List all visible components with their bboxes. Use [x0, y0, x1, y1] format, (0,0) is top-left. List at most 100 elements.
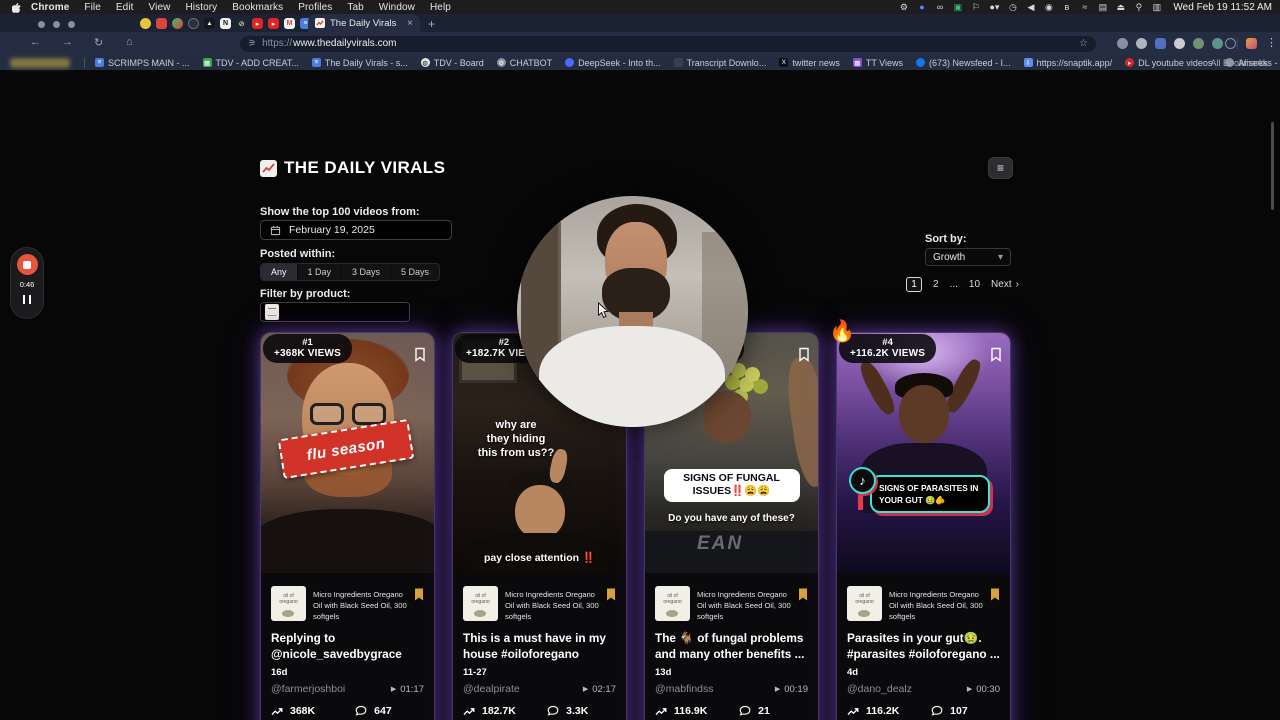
scrollbar-thumb[interactable]: [1271, 122, 1274, 210]
extension-circle-icon[interactable]: [1225, 38, 1236, 49]
menu-item-edit[interactable]: Edit: [116, 2, 134, 13]
bookmark-item[interactable]: ◍ TDV - Board: [420, 58, 484, 68]
address-bar[interactable]: ⚞ https:// www.thedailyvirals.com ☆: [240, 35, 1096, 52]
menu-item-window[interactable]: Window: [379, 2, 415, 13]
menu-item-profiles[interactable]: Profiles: [298, 2, 332, 13]
tab-close-icon[interactable]: ×: [407, 18, 413, 29]
gold-bookmark-icon[interactable]: [798, 588, 808, 606]
bookmark-item[interactable]: ⚙ CHATBOT: [496, 58, 552, 68]
record-icon[interactable]: ◉: [1044, 2, 1053, 13]
page-1-button[interactable]: 1: [906, 277, 922, 292]
account-icon[interactable]: ●▾: [989, 2, 999, 13]
extension-icon-3[interactable]: [1155, 38, 1166, 49]
bookmark-icon[interactable]: [798, 347, 810, 367]
webcam-bubble[interactable]: [517, 196, 748, 427]
bookmark-item[interactable]: DeepSeek - Into th...: [565, 58, 661, 68]
menu-item-help[interactable]: Help: [430, 2, 451, 13]
back-icon[interactable]: ←: [30, 36, 41, 48]
reload-icon[interactable]: ↻: [94, 36, 103, 49]
gold-bookmark-icon[interactable]: [990, 588, 1000, 606]
menu-item-file[interactable]: File: [84, 2, 101, 13]
video-title[interactable]: This is a must have in my house #oilofor…: [463, 630, 616, 662]
screen-capture-icon[interactable]: ▣: [953, 2, 963, 13]
keyboard-icon[interactable]: ▤: [1098, 2, 1108, 13]
creator-handle[interactable]: @farmerjoshboi: [271, 683, 345, 695]
menu-item-chrome[interactable]: Chrome: [31, 2, 69, 13]
menu-item-view[interactable]: View: [149, 2, 171, 13]
settings-icon[interactable]: ⚙: [899, 2, 908, 13]
menu-bar-clock[interactable]: Wed Feb 19 11:52 AM: [1173, 2, 1272, 13]
page-10-button[interactable]: 10: [969, 279, 980, 290]
bookmark-icon[interactable]: [990, 347, 1002, 367]
window-close-button[interactable]: [38, 21, 45, 28]
next-page-button[interactable]: Next ›: [991, 279, 1019, 290]
creator-handle[interactable]: @dealpirate: [463, 683, 520, 695]
bookmark-item[interactable]: (673) Newsfeed - I...: [916, 58, 1011, 68]
control-center-icon[interactable]: ▥: [1152, 2, 1162, 13]
chrome-menu-icon[interactable]: ⋮: [1266, 36, 1277, 49]
video-title[interactable]: Parasites in your gut🤢. #parasites #oilo…: [847, 630, 1000, 662]
pinned-tab-color-app-icon[interactable]: [172, 18, 183, 29]
pinned-tab-bell-icon[interactable]: [140, 18, 151, 29]
clock-icon[interactable]: ◷: [1008, 2, 1017, 13]
apple-menu-icon[interactable]: [12, 2, 21, 13]
volume-icon[interactable]: ◀: [1026, 2, 1035, 13]
date-picker-input[interactable]: February 19, 2025: [260, 220, 452, 240]
extension-bell-icon[interactable]: [1174, 38, 1185, 49]
window-zoom-button[interactable]: [68, 21, 75, 28]
window-minimize-button[interactable]: [53, 21, 60, 28]
bookmark-item[interactable]: ≡ The Daily Virals - s...: [311, 58, 408, 68]
pinned-tab-triangle-app-icon[interactable]: ▲: [204, 18, 215, 29]
search-icon[interactable]: ⚲: [1134, 2, 1143, 13]
wifi-icon[interactable]: ≈: [1080, 2, 1089, 12]
product-filter-select[interactable]: [260, 302, 410, 322]
menu-item-history[interactable]: History: [185, 2, 217, 13]
menu-item-tab[interactable]: Tab: [347, 2, 363, 13]
bookmark-item[interactable]: ▦ TDV - ADD CREAT...: [202, 58, 299, 68]
pinned-tab-youtube-icon-2[interactable]: ▸: [268, 18, 279, 29]
hamburger-menu-button[interactable]: ≡: [988, 157, 1013, 179]
bookmark-item[interactable]: ▸ DL youtube videos: [1125, 58, 1212, 68]
bookmark-star-icon[interactable]: ☆: [1079, 38, 1088, 49]
pinned-tab-gmail-icon[interactable]: M: [284, 18, 295, 29]
page-2-button[interactable]: 2: [933, 279, 939, 290]
creator-handle[interactable]: @mabfindss: [655, 683, 714, 695]
posted-1day-button[interactable]: 1 Day: [297, 264, 342, 280]
extension-icon-2[interactable]: [1136, 38, 1147, 49]
video-thumbnail[interactable]: ♪ SIGNS OF PARASITES IN YOUR GUT 🤢🫵: [837, 333, 1010, 573]
posted-5days-button[interactable]: 5 Days: [391, 264, 440, 280]
bookmark-icon[interactable]: [414, 347, 426, 367]
video-thumbnail[interactable]: flu season: [261, 333, 434, 573]
key-icon[interactable]: ⚐: [971, 2, 980, 13]
eject-icon[interactable]: ⏏: [1116, 2, 1126, 13]
bookmark-item[interactable]: ▩ TT Views: [852, 58, 903, 68]
pinned-tab-dark-circle-icon[interactable]: [188, 18, 199, 29]
stop-recording-button[interactable]: [16, 254, 38, 275]
binoculars-icon[interactable]: ∞: [935, 2, 944, 12]
video-title[interactable]: The 🐐 of fungal problems and many other …: [655, 630, 808, 662]
bookmark-item[interactable]: ⇩ https://snaptik.app/: [1023, 58, 1112, 68]
home-icon[interactable]: ⌂: [126, 36, 133, 48]
pinned-tab-youtube-icon[interactable]: ▸: [252, 18, 263, 29]
pinned-tab-slash-app-icon[interactable]: ⊘: [236, 18, 247, 29]
posted-any-button[interactable]: Any: [261, 264, 297, 280]
bookmark-item[interactable]: ≡ SCRIMPS MAIN - ...: [95, 58, 190, 68]
menu-item-bookmarks[interactable]: Bookmarks: [232, 2, 283, 13]
all-bookmarks-button[interactable]: All Bookmarks: [1210, 58, 1268, 68]
video-title[interactable]: Replying to @nicole_savedbygrace heres t…: [271, 630, 424, 662]
forward-icon[interactable]: →: [62, 36, 73, 48]
site-settings-icon[interactable]: ⚞: [248, 38, 256, 49]
active-tab[interactable]: The Daily Virals ×: [308, 14, 420, 32]
bookmark-item[interactable]: Transcript Downlo...: [673, 58, 766, 68]
redacted-bookmark[interactable]: [10, 57, 70, 68]
extensions-puzzle-icon[interactable]: [1246, 38, 1257, 49]
posted-3days-button[interactable]: 3 Days: [342, 264, 391, 280]
creator-handle[interactable]: @dano_dealz: [847, 683, 912, 695]
extension-icon-1[interactable]: [1117, 38, 1128, 49]
extension-leaf-icon-2[interactable]: [1212, 38, 1223, 49]
sort-select[interactable]: Growth ▾: [925, 248, 1011, 266]
pinned-tab-red-app-icon[interactable]: [156, 18, 167, 29]
pause-recording-button[interactable]: [23, 295, 31, 304]
gold-bookmark-icon[interactable]: [414, 588, 424, 606]
pinned-tab-notion-icon[interactable]: N: [220, 18, 231, 29]
